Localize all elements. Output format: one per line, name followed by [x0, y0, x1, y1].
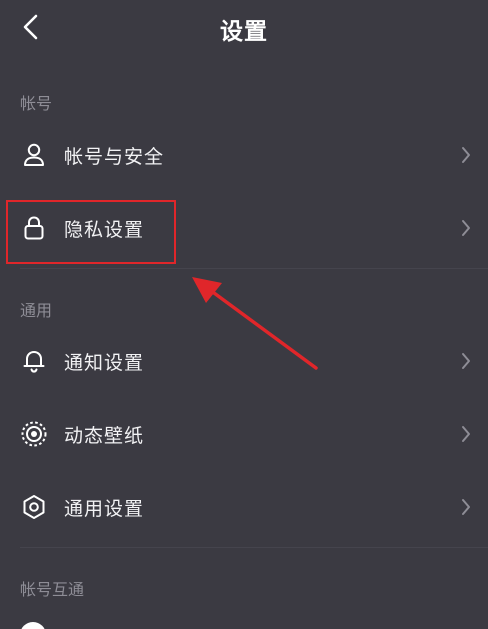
- page-title: 设置: [220, 19, 268, 45]
- chevron-right-icon: [462, 353, 470, 369]
- section-divider: [20, 547, 488, 548]
- settings-screen: 设置 帐号 帐号与安全 隐私设置 通用 通知设置 动态壁纸 通用设置 帐号互通: [0, 0, 488, 629]
- menu-item-label: 帐号与安全: [64, 146, 165, 168]
- menu-item-label: 通知设置: [64, 352, 145, 374]
- gear-icon: [23, 495, 45, 519]
- chevron-right-icon: [462, 499, 470, 515]
- chevron-right-icon: [462, 426, 470, 442]
- menu-item-notification-settings[interactable]: 通知设置: [0, 333, 488, 389]
- section-title-account: 帐号: [20, 94, 53, 113]
- section-divider: [20, 268, 488, 269]
- menu-item-account-security[interactable]: 帐号与安全: [0, 127, 488, 183]
- menu-item-dynamic-wallpaper[interactable]: 动态壁纸: [0, 406, 488, 462]
- menu-item-general-settings[interactable]: 通用设置: [0, 479, 488, 535]
- menu-item-label: 通用设置: [64, 498, 145, 520]
- section-title-general: 通用: [20, 301, 53, 320]
- wallpaper-icon: [21, 421, 47, 447]
- section-title-account-linking: 帐号互通: [20, 580, 85, 599]
- person-icon: [24, 143, 44, 166]
- bell-icon: [23, 351, 45, 373]
- menu-item-label: 动态壁纸: [64, 425, 145, 447]
- header: 设置: [0, 0, 488, 56]
- partial-item-icon: [20, 622, 46, 629]
- chevron-right-icon: [462, 220, 470, 236]
- annotation-highlight-box: [6, 200, 176, 264]
- chevron-right-icon: [462, 147, 470, 163]
